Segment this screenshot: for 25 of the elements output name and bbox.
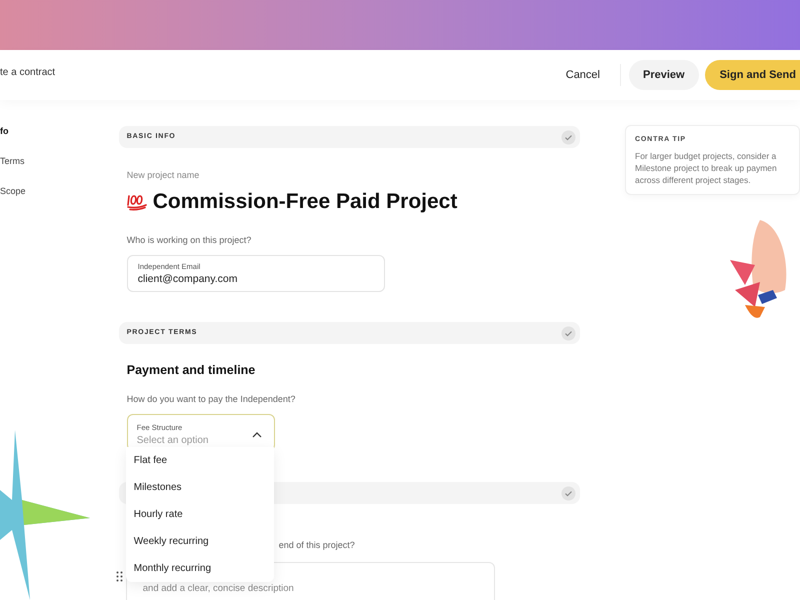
- hundred-points-icon: [126, 192, 147, 210]
- page-title: te a contract: [0, 66, 56, 80]
- select-placeholder: Select an option: [136, 434, 208, 448]
- check-icon: [561, 486, 576, 501]
- field-value: client@company.com: [138, 272, 238, 288]
- sidebar-item[interactable]: Scope: [0, 184, 26, 198]
- cancel-link[interactable]: Cancel: [554, 55, 612, 95]
- sidebar-item[interactable]: Terms: [0, 154, 24, 168]
- check-icon: [561, 326, 576, 340]
- dropdown-option[interactable]: Weekly recurring: [126, 528, 274, 555]
- dropdown-option[interactable]: Milestones: [126, 474, 274, 501]
- field-label: New project name: [126, 169, 200, 182]
- subsection-title: Payment and timeline: [126, 362, 256, 379]
- check-icon: [561, 130, 576, 144]
- drag-handle-icon: [116, 571, 123, 582]
- sign-and-send-button[interactable]: Sign and Send: [704, 60, 800, 90]
- sidebar-item[interactable]: fo: [0, 124, 8, 138]
- question-text: end of this project?: [278, 539, 355, 552]
- question-text: How do you want to pay the Independent?: [126, 392, 296, 406]
- preview-button[interactable]: Preview: [629, 60, 699, 90]
- dropdown-option[interactable]: Hourly rate: [126, 501, 274, 528]
- question-text: Who is working on this project?: [126, 234, 252, 247]
- tip-text: For larger budget projects, consider a Milestone project to break up paymen across different project stages.: [635, 150, 778, 186]
- project-name: Commission-Free Paid Project: [152, 188, 458, 214]
- description-placeholder: and add a clear, concise description: [142, 582, 294, 594]
